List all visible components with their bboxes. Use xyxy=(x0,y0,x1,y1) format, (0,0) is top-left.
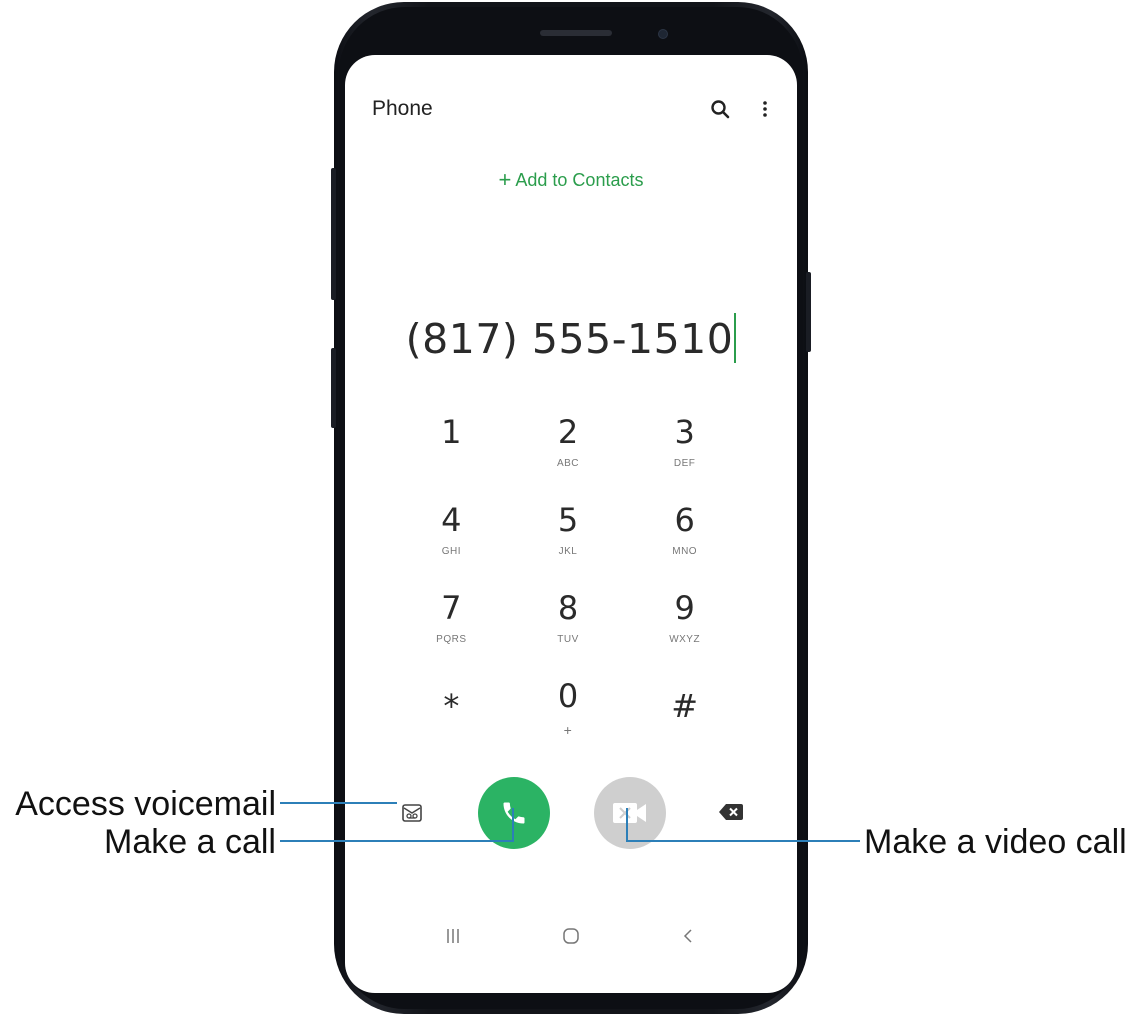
key-5[interactable]: 5 JKL xyxy=(510,501,627,589)
key-3[interactable]: 3 DEF xyxy=(626,413,743,501)
phone-screen: Phone + Add to Contacts (817) 555-1510 1 … xyxy=(345,55,797,993)
more-options-icon[interactable] xyxy=(755,95,775,123)
call-button[interactable] xyxy=(478,777,550,849)
key-0[interactable]: 0 + xyxy=(510,677,627,765)
video-call-callout-label: Make a video call xyxy=(864,823,1127,861)
key-digit: 2 xyxy=(557,413,579,451)
key-digit: 3 xyxy=(674,413,695,451)
call-callout-line-vertical xyxy=(512,808,514,842)
video-call-button[interactable] xyxy=(594,777,666,849)
key-6[interactable]: 6 MNO xyxy=(626,501,743,589)
bixby-button xyxy=(331,348,336,428)
key-digit: 7 xyxy=(441,589,462,627)
back-icon xyxy=(682,928,694,949)
key-star[interactable]: * xyxy=(393,677,510,765)
key-digit: 1 xyxy=(441,413,462,451)
voicemail-callout-label: Access voicemail xyxy=(15,785,276,823)
recents-button[interactable] xyxy=(428,923,478,953)
video-call-icon xyxy=(612,801,648,830)
key-letters: PQRS xyxy=(436,634,467,645)
key-hash[interactable]: # xyxy=(626,677,743,765)
back-button[interactable] xyxy=(663,923,713,953)
key-4[interactable]: 4 GHI xyxy=(393,501,510,589)
key-letters: DEF xyxy=(673,458,696,469)
key-letters: ABC xyxy=(556,458,580,469)
home-icon xyxy=(562,927,580,950)
dial-keypad: 1 2 ABC 3 DEF 4 GHI 5 JKL 6 MNO 7 PQRS 8 TUV 9 W… xyxy=(393,413,743,765)
key-letters: MNO xyxy=(672,546,698,557)
phone-icon xyxy=(500,799,528,832)
key-letters: WXYZ xyxy=(669,634,701,645)
key-digit: # xyxy=(671,687,699,725)
add-to-contacts-label: Add to Contacts xyxy=(515,170,644,190)
key-9[interactable]: 9 WXYZ xyxy=(626,589,743,677)
key-1[interactable]: 1 xyxy=(393,413,510,501)
backspace-icon xyxy=(719,804,743,824)
backspace-button[interactable] xyxy=(719,804,743,820)
key-letters: + xyxy=(563,722,573,738)
key-digit: 0 xyxy=(557,677,579,715)
voicemail-callout-line xyxy=(280,802,397,804)
key-digit: * xyxy=(443,687,460,725)
key-digit: 8 xyxy=(557,589,579,627)
front-camera xyxy=(658,29,668,39)
key-digit: 5 xyxy=(557,501,579,539)
key-letters: TUV xyxy=(557,634,579,645)
volume-up-button xyxy=(331,168,336,300)
voicemail-button[interactable] xyxy=(402,804,422,822)
key-7[interactable]: 7 PQRS xyxy=(393,589,510,677)
call-callout-label: Make a call xyxy=(104,823,276,861)
page-title: Phone xyxy=(372,97,433,120)
key-2[interactable]: 2 ABC xyxy=(510,413,627,501)
dialed-number: (817) 555-1510 xyxy=(405,315,734,363)
search-icon[interactable] xyxy=(707,95,733,123)
text-cursor xyxy=(734,313,737,363)
plus-icon: + xyxy=(498,167,512,192)
key-8[interactable]: 8 TUV xyxy=(510,589,627,677)
number-field[interactable]: (817) 555-1510 xyxy=(345,313,797,363)
call-callout-line xyxy=(280,840,514,842)
key-digit: 4 xyxy=(441,501,462,539)
add-to-contacts-button[interactable]: + Add to Contacts xyxy=(345,167,797,193)
video-call-callout-line-vertical xyxy=(626,808,628,842)
home-button[interactable] xyxy=(546,923,596,953)
key-letters: GHI xyxy=(441,546,461,557)
voicemail-icon xyxy=(402,804,422,826)
earpiece-speaker xyxy=(540,30,612,36)
video-call-callout-line xyxy=(626,840,860,842)
key-letters: JKL xyxy=(558,546,578,557)
recents-icon xyxy=(445,928,461,949)
key-digit: 6 xyxy=(674,501,695,539)
key-digit: 9 xyxy=(674,589,695,627)
power-button xyxy=(806,272,811,352)
